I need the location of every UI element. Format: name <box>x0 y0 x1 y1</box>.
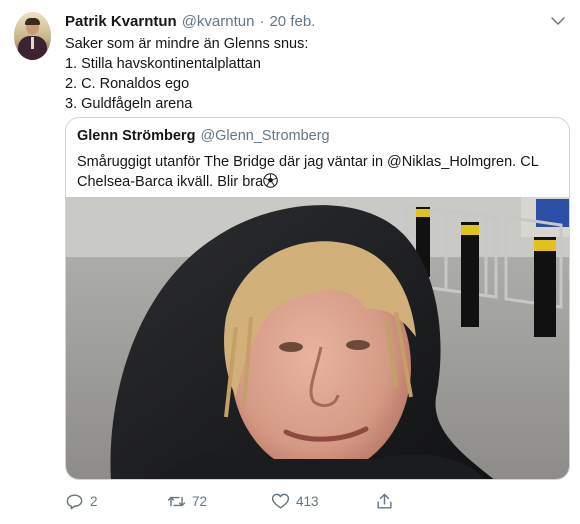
reply-count: 2 <box>90 493 98 509</box>
quoted-author-name: Glenn Strömberg <box>77 128 196 144</box>
quoted-text: Småruggigt utanför The Bridge där jag vä… <box>77 152 562 192</box>
tweet-text-line: 1. Stilla havskontinentalplattan <box>65 56 261 72</box>
author-handle[interactable]: @kvarntun <box>182 13 255 30</box>
reply-button[interactable]: 2 <box>65 489 98 513</box>
tweet-text: Saker som är mindre än Glenns snus: 1. S… <box>65 34 565 114</box>
quoted-text-body: Småruggigt utanför The Bridge där jag vä… <box>77 154 539 190</box>
quoted-tweet[interactable]: Glenn Strömberg @Glenn_Stromberg Smårugg… <box>65 117 570 480</box>
quoted-author-handle: @Glenn_Stromberg <box>200 128 330 144</box>
share-icon <box>377 493 392 509</box>
retweet-button[interactable]: 72 <box>167 489 207 513</box>
heart-icon <box>271 493 290 509</box>
tweet-timestamp[interactable]: 20 feb. <box>269 13 315 30</box>
reply-icon <box>66 493 83 509</box>
share-button[interactable] <box>375 489 394 513</box>
like-button[interactable]: 413 <box>271 489 319 513</box>
soccer-ball-icon <box>263 173 278 188</box>
chevron-down-icon[interactable] <box>549 12 567 30</box>
quoted-header: Glenn Strömberg @Glenn_Stromberg <box>77 128 330 144</box>
separator-dot: · <box>259 12 265 30</box>
retweet-icon <box>167 496 186 506</box>
retweet-count: 72 <box>192 493 208 509</box>
tweet-header: Patrik Kvarntun @kvarntun · 20 feb. <box>65 11 315 31</box>
tweet-text-line: Saker som är mindre än Glenns snus: <box>65 36 309 52</box>
tweet-text-line: 2. C. Ronaldos ego <box>65 76 190 92</box>
quoted-photo[interactable] <box>66 197 569 479</box>
tweet-card[interactable]: Patrik Kvarntun @kvarntun · 20 feb. Sake… <box>0 0 580 524</box>
tweet-text-line: 3. Guldfågeln arena <box>65 96 193 112</box>
selfie-image <box>66 197 569 479</box>
author-avatar[interactable] <box>14 12 51 60</box>
author-name[interactable]: Patrik Kvarntun <box>65 13 177 30</box>
like-count: 413 <box>296 493 319 509</box>
tweet-actions: 2 72 413 <box>65 489 465 513</box>
